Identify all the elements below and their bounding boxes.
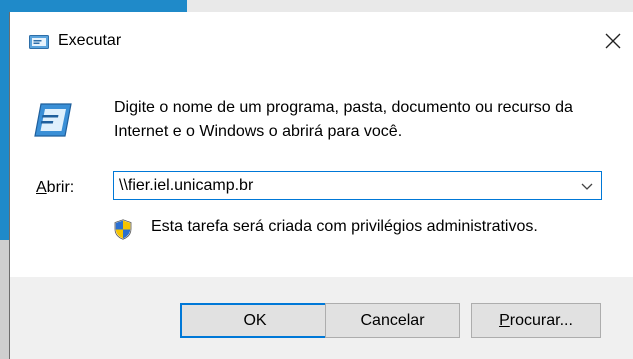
screen: Executar Digite o nome de um programa, p… bbox=[0, 0, 633, 359]
open-label: Abrir: bbox=[36, 179, 74, 197]
background-window-edge-lower bbox=[0, 240, 9, 359]
open-label-accesskey: A bbox=[36, 179, 47, 196]
title-bar[interactable]: Executar bbox=[10, 12, 633, 62]
description-text: Digite o nome de um programa, pasta, doc… bbox=[114, 99, 573, 140]
open-combobox[interactable] bbox=[113, 171, 602, 200]
close-button[interactable] bbox=[600, 28, 626, 54]
admin-privilege-note: Esta tarefa será criada com privilégios … bbox=[151, 218, 538, 235]
run-icon bbox=[29, 35, 49, 49]
open-label-rest: brir: bbox=[46, 179, 75, 196]
chevron-down-icon[interactable] bbox=[579, 178, 595, 194]
window-title: Executar bbox=[58, 32, 122, 49]
cancel-button[interactable]: Cancelar bbox=[325, 303, 460, 338]
background-window-top-accent bbox=[9, 0, 187, 12]
ok-button[interactable]: OK bbox=[180, 303, 330, 338]
browse-button-accesskey: P bbox=[499, 311, 510, 329]
run-dialog: Executar Digite o nome de um programa, p… bbox=[9, 12, 633, 359]
browse-button[interactable]: Procurar... bbox=[471, 303, 601, 338]
run-icon bbox=[34, 103, 72, 137]
command-input[interactable] bbox=[114, 172, 569, 199]
uac-shield-icon bbox=[114, 219, 132, 240]
browse-button-rest: rocurar... bbox=[509, 311, 573, 329]
close-icon bbox=[605, 33, 621, 49]
